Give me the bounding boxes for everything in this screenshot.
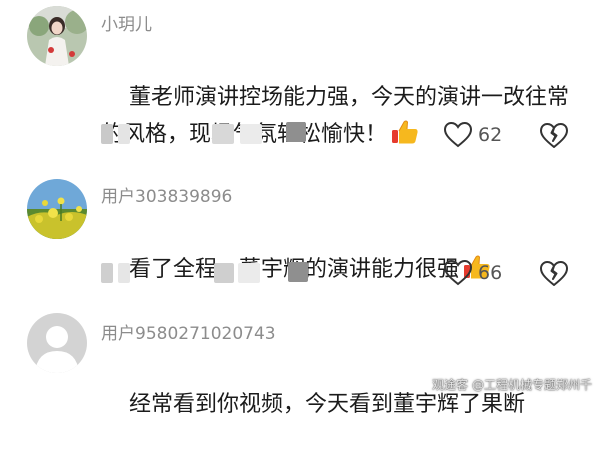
comment-item: 用户303839896 看了全程，董宇辉的演讲能力很强 66 (0, 170, 600, 300)
comment-text-content: 经常看到你视频，今天看到董宇辉了果断 (128, 392, 525, 417)
watermark: 观途客 @工程机械专题郑州千 (432, 378, 592, 392)
like-count: 66 (478, 262, 503, 284)
broken-heart-icon (540, 261, 568, 286)
heart-icon (444, 260, 472, 286)
broken-heart-icon (540, 123, 568, 148)
blurred-info (240, 124, 262, 144)
comment-username[interactable]: 小玥儿 (101, 10, 152, 35)
blurred-info (118, 124, 130, 144)
like-button[interactable]: 62 (444, 122, 502, 148)
blurred-info (286, 122, 306, 142)
avatar[interactable] (27, 179, 87, 239)
avatar[interactable] (27, 313, 87, 373)
like-count: 62 (478, 124, 503, 146)
blurred-info (101, 124, 113, 144)
blurred-info (101, 263, 113, 283)
blurred-info (288, 262, 308, 282)
dislike-button[interactable] (540, 261, 568, 291)
comment-text: 经常看到你视频，今天看到董宇辉了果断 (101, 349, 571, 460)
avatar[interactable] (27, 6, 87, 66)
like-button[interactable]: 66 (444, 260, 502, 286)
blurred-info (212, 124, 234, 144)
dislike-button[interactable] (540, 123, 568, 153)
comment-text: 董老师演讲控场能力强，今天的演讲一改往常的风格，现场气氛轻松愉快！ (101, 42, 571, 190)
heart-icon (444, 122, 472, 148)
comment-username[interactable]: 用户9580271020743 (101, 319, 276, 344)
blurred-info (118, 263, 130, 283)
comment-username[interactable]: 用户303839896 (101, 182, 232, 207)
thumbs-up-icon (392, 120, 418, 144)
blurred-info (214, 263, 234, 283)
comment-item: 小玥儿 董老师演讲控场能力强，今天的演讲一改往常的风格，现场气氛轻松愉快！ 62 (0, 0, 600, 160)
blurred-info (238, 263, 260, 283)
